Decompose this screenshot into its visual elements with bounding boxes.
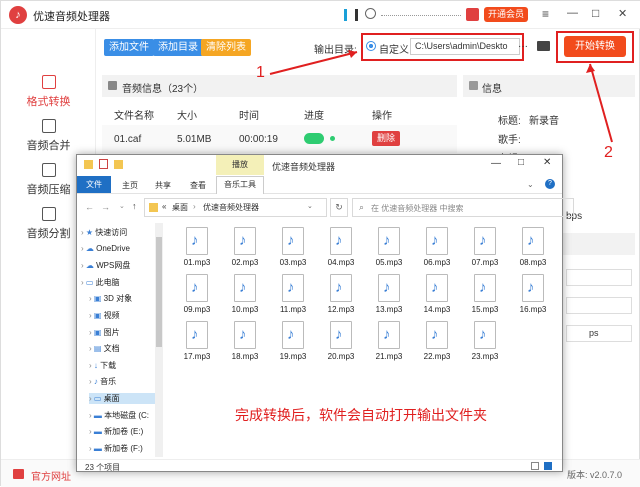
arrowhead-2	[586, 64, 595, 73]
annotation-1: 1	[256, 64, 265, 81]
arrow-2	[589, 63, 613, 143]
annotation-arrows	[269, 50, 613, 143]
annotation-2: 2	[604, 144, 613, 161]
arrow-1	[269, 51, 358, 75]
